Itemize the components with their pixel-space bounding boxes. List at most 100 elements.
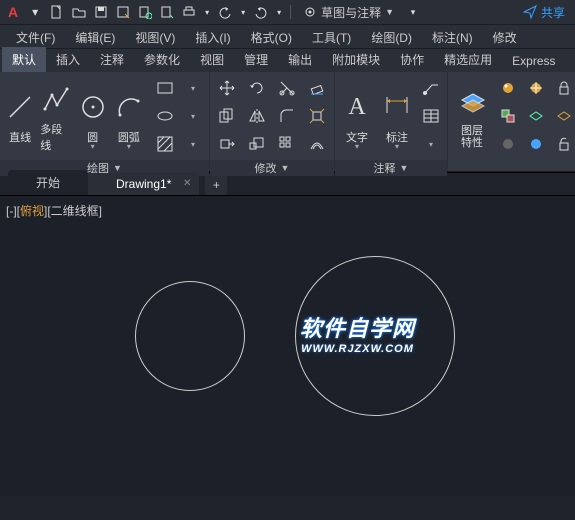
tool-explode[interactable] — [304, 104, 330, 128]
doc-tab-drawing1[interactable]: Drawing1* ✕ — [88, 173, 199, 195]
qat-overflow-icon[interactable]: ▾ — [404, 3, 422, 21]
open-file-icon[interactable] — [70, 3, 88, 21]
tool-line[interactable]: 直线 — [4, 79, 36, 153]
tool-hatch[interactable] — [153, 132, 177, 156]
tool-circle[interactable]: 圆 ▾ — [77, 79, 109, 153]
ribbon-tab-default[interactable]: 默认 — [2, 47, 46, 72]
tool-ellipse[interactable] — [153, 104, 177, 128]
tool-polyline-label: 多段线 — [40, 121, 72, 153]
doc-tab-start[interactable]: 开始 — [8, 170, 88, 195]
menu-file[interactable]: 文件(F) — [6, 27, 65, 48]
layer-unlock-icon[interactable] — [552, 132, 575, 156]
tool-ellipse-drop[interactable]: ▾ — [181, 104, 205, 128]
tool-trim[interactable] — [274, 76, 300, 100]
layers-icon — [458, 88, 486, 118]
tool-copy[interactable] — [214, 104, 240, 128]
offset-icon — [308, 135, 326, 153]
tool-polyline[interactable]: 多段线 — [40, 79, 72, 153]
ribbon-tab-insert[interactable]: 插入 — [46, 47, 90, 72]
tool-arc[interactable]: 圆弧 ▾ — [113, 79, 145, 153]
undo-dropdown-icon[interactable]: ▾ — [238, 3, 248, 21]
layer-iso-icon[interactable] — [524, 104, 548, 128]
move-icon — [218, 79, 236, 97]
web-open-icon[interactable] — [136, 3, 154, 21]
new-file-icon[interactable] — [48, 3, 66, 21]
tool-rectangle[interactable] — [153, 76, 177, 100]
ribbon-tab-annotate[interactable]: 注释 — [90, 47, 134, 72]
save-icon[interactable] — [92, 3, 110, 21]
print-icon[interactable] — [180, 3, 198, 21]
ribbon-tab-featured[interactable]: 精选应用 — [434, 47, 502, 72]
tool-erase[interactable] — [304, 76, 330, 100]
share-label: 共享 — [541, 4, 565, 21]
undo-icon[interactable] — [216, 3, 234, 21]
viewport-label[interactable]: [-][俯视][二维线框] — [6, 202, 102, 219]
tool-move[interactable] — [214, 76, 240, 100]
layer-freeze2-icon[interactable] — [524, 132, 548, 156]
copy-icon — [218, 107, 236, 125]
ribbon-tab-express[interactable]: Express — [502, 50, 565, 72]
menu-insert[interactable]: 插入(I) — [185, 27, 240, 48]
rectangle-icon — [156, 79, 174, 97]
web-save-icon[interactable] — [158, 3, 176, 21]
tool-offset[interactable] — [304, 132, 330, 156]
ribbon-tab-addins[interactable]: 附加模块 — [322, 47, 390, 72]
leader-icon — [422, 79, 440, 97]
redo-icon[interactable] — [252, 3, 270, 21]
menu-modify[interactable]: 修改 — [483, 27, 527, 48]
ribbon-tab-collab[interactable]: 协作 — [390, 47, 434, 72]
layer-match-icon[interactable] — [496, 104, 520, 128]
print-dropdown-icon[interactable]: ▾ — [202, 3, 212, 21]
app-logo[interactable]: A — [4, 4, 22, 20]
ribbon-tab-parametric[interactable]: 参数化 — [134, 47, 190, 72]
share-button[interactable]: 共享 — [523, 4, 571, 21]
tool-table-drop[interactable]: ▾ — [419, 132, 443, 156]
tool-table[interactable] — [419, 104, 443, 128]
tool-scale[interactable] — [244, 132, 270, 156]
saveas-icon[interactable] — [114, 3, 132, 21]
circle-icon — [79, 93, 107, 121]
menu-draw[interactable]: 绘图(D) — [361, 27, 422, 48]
paper-plane-icon — [523, 5, 537, 19]
close-icon[interactable]: ✕ — [183, 178, 191, 189]
tool-leader[interactable] — [419, 76, 443, 100]
menu-dimension[interactable]: 标注(N) — [422, 27, 483, 48]
tool-text[interactable]: A 文字 ▾ — [339, 79, 375, 153]
qat-dropdown-icon[interactable]: ▾ — [26, 3, 44, 21]
tool-hatch-drop[interactable]: ▾ — [181, 132, 205, 156]
menu-tools[interactable]: 工具(T) — [302, 27, 361, 48]
tool-dimension[interactable]: 标注 ▾ — [379, 79, 415, 153]
quick-access-toolbar: A ▾ ▾ ▾ ▾ 草图与注释 ▼ ▾ 共享 — [0, 0, 575, 24]
ribbon-tab-manage[interactable]: 管理 — [234, 47, 278, 72]
panel-annot-title[interactable]: 注释▼ — [335, 160, 447, 176]
menu-format[interactable]: 格式(O) — [241, 27, 302, 48]
redo-dropdown-icon[interactable]: ▾ — [274, 3, 284, 21]
tool-mirror[interactable] — [244, 104, 270, 128]
workspace-dropdown[interactable]: 草图与注释 ▼ — [297, 4, 400, 21]
layer-small-tools — [496, 76, 575, 156]
viewport-mode: 俯视 — [20, 202, 44, 219]
layer-freeze-icon[interactable] — [524, 76, 548, 100]
tool-rotate[interactable] — [244, 76, 270, 100]
layer-prev-icon[interactable] — [552, 104, 575, 128]
menubar: 文件(F) 编辑(E) 视图(V) 插入(I) 格式(O) 工具(T) 绘图(D… — [0, 24, 575, 48]
layer-lock-icon[interactable] — [552, 76, 575, 100]
add-tab-button[interactable]: + — [205, 175, 227, 195]
tool-fillet[interactable] — [274, 104, 300, 128]
tool-stretch[interactable] — [214, 132, 240, 156]
ribbon-tab-view[interactable]: 视图 — [190, 47, 234, 72]
layer-off-icon[interactable] — [496, 132, 520, 156]
panel-layers: 图层 特性 . — [448, 72, 575, 171]
menu-edit[interactable]: 编辑(E) — [65, 27, 125, 48]
tool-array[interactable] — [274, 132, 300, 156]
ribbon-tabs: 默认 插入 注释 参数化 视图 管理 输出 附加模块 协作 精选应用 Expre… — [0, 48, 575, 72]
tool-layer-properties[interactable]: 图层 特性 — [452, 79, 492, 153]
panel-modify-title[interactable]: 修改▼ — [210, 160, 334, 176]
layer-visibility-icon[interactable] — [496, 76, 520, 100]
tool-rect-drop[interactable]: ▾ — [181, 76, 205, 100]
chevron-down-icon: ▼ — [400, 163, 409, 173]
draw-small-tools: ▾ ▾ ▾ — [153, 76, 205, 156]
drawing-canvas[interactable]: [-][俯视][二维线框] 软件自学网 WWW.RJZXW.COM — [0, 196, 575, 496]
menu-view[interactable]: 视图(V) — [125, 27, 185, 48]
ribbon-tab-output[interactable]: 输出 — [278, 47, 322, 72]
